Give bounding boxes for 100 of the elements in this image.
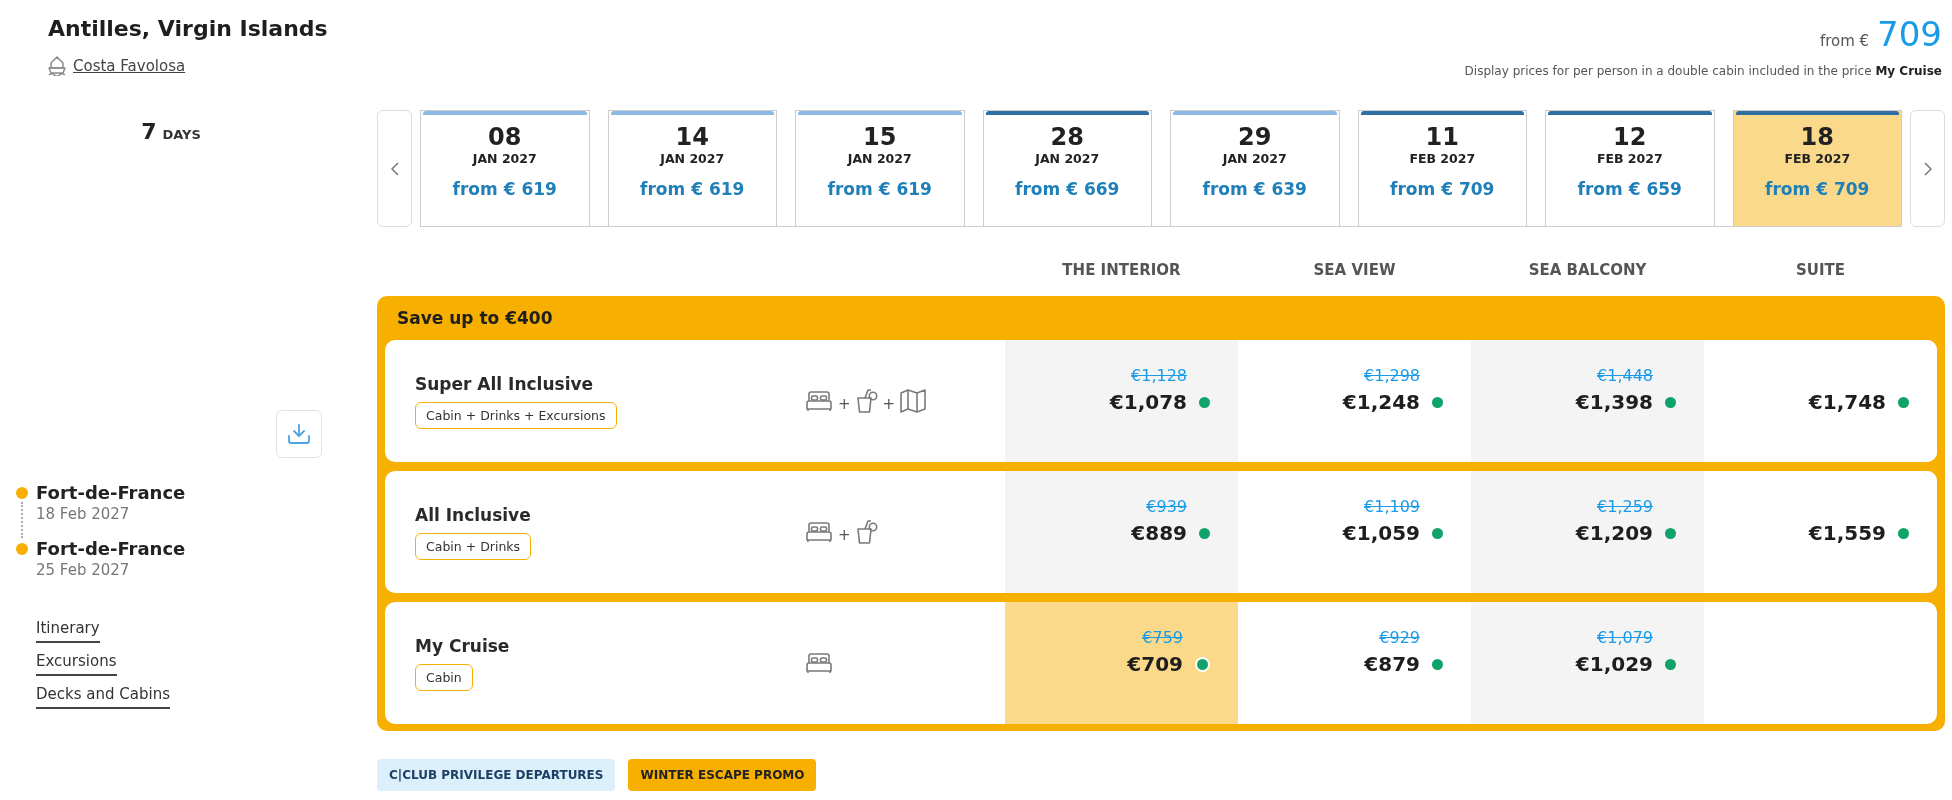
old-price: €929: [1379, 627, 1420, 649]
from-price: 709: [1877, 14, 1942, 54]
fare-includes-tag: Cabin + Drinks + Excursions: [415, 401, 617, 429]
current-price: €1,398: [1575, 389, 1653, 415]
date-price: from € 619: [640, 179, 745, 199]
current-price: €879: [1364, 651, 1420, 677]
download-button[interactable]: [276, 410, 322, 458]
duration-unit: DAYS: [162, 127, 201, 142]
price-note: Display prices for per person in a double cabin included in the price My Cruise: [1464, 64, 1942, 78]
cabin-column-header: SUITE: [1794, 260, 1846, 281]
date-day: 28: [1050, 123, 1084, 151]
date-price: from € 659: [1577, 179, 1682, 199]
date-month: FEB 2027: [1409, 151, 1476, 167]
promo-tag: WINTER ESCAPE PROMO: [628, 759, 817, 791]
old-price: €1,128: [1131, 365, 1187, 387]
plus-sign: +: [838, 395, 851, 413]
ship-link[interactable]: Costa Favolosa: [73, 57, 186, 75]
old-price: €1,079: [1597, 627, 1653, 649]
date-day: 29: [1238, 123, 1272, 151]
map-icon: [900, 389, 927, 413]
date-price: from € 639: [1202, 179, 1307, 199]
date-card[interactable]: 28 JAN 2027 from € 669: [982, 110, 1152, 226]
old-price: €1,298: [1364, 365, 1420, 387]
date-month: JAN 2027: [660, 151, 725, 167]
old-price: €1,448: [1597, 365, 1653, 387]
date-price: from € 709: [1390, 179, 1495, 199]
port-date: 18 Feb 2027: [36, 504, 130, 524]
plus-sign: +: [838, 526, 851, 544]
section-link[interactable]: Itinerary: [36, 618, 100, 643]
current-price: €889: [1131, 520, 1187, 546]
port-date: 25 Feb 2027: [36, 560, 130, 580]
next-dates-button[interactable]: [1910, 110, 1945, 227]
ship-icon: [48, 56, 66, 76]
bed-icon: [805, 390, 833, 412]
date-card[interactable]: 12 FEB 2027 from € 659: [1545, 110, 1715, 226]
current-price: €1,748: [1808, 389, 1886, 415]
date-card[interactable]: 08 JAN 2027 from € 619: [420, 110, 590, 226]
plus-sign: +: [882, 395, 896, 413]
promo-title: Save up to €400: [396, 307, 554, 330]
date-month: JAN 2027: [847, 151, 912, 167]
duration-number: 7: [141, 118, 157, 146]
current-price: €1,209: [1575, 520, 1653, 546]
port-dot-icon: [16, 543, 28, 555]
current-price: €1,078: [1109, 389, 1187, 415]
port-name: Fort-de-France: [36, 482, 186, 504]
fare-name: Super All Inclusive: [415, 373, 594, 394]
date-day: 18: [1800, 123, 1834, 151]
date-month: JAN 2027: [1222, 151, 1287, 167]
chevron-left-icon: [390, 161, 399, 176]
date-month: FEB 2027: [1596, 151, 1663, 167]
drink-icon: [855, 520, 878, 544]
old-price: €939: [1146, 496, 1187, 518]
old-price: €1,259: [1597, 496, 1653, 518]
date-card[interactable]: 14 JAN 2027 from € 619: [607, 110, 777, 226]
fare-includes-tag: Cabin: [415, 663, 473, 691]
date-day: 14: [675, 123, 709, 151]
date-day: 12: [1613, 123, 1647, 151]
port-name: Fort-de-France: [36, 538, 186, 560]
from-label: from €: [1819, 32, 1870, 50]
date-day: 08: [488, 123, 522, 151]
price-cell[interactable]: €1,079 €1,029: [1471, 602, 1704, 724]
port-dot-icon: [16, 487, 28, 499]
current-price: €1,248: [1342, 389, 1420, 415]
price-cell[interactable]: €1,259 €1,209: [1471, 471, 1704, 593]
fare-name: My Cruise: [415, 635, 510, 656]
date-month: FEB 2027: [1784, 151, 1851, 167]
current-price: €1,559: [1808, 520, 1886, 546]
bed-icon: [805, 652, 833, 674]
promo-tag: C|CLUB PRIVILEGE DEPARTURES: [377, 759, 616, 791]
section-link[interactable]: Excursions: [36, 651, 117, 676]
download-icon: [288, 424, 310, 444]
cruise-title: Antilles, Virgin Islands: [48, 15, 328, 43]
price-cell[interactable]: €1,128 €1,078: [1005, 340, 1238, 462]
date-price: from € 709: [1765, 179, 1870, 199]
previous-dates-button[interactable]: [377, 110, 412, 227]
cabin-column-header: SEA BALCONY: [1527, 260, 1648, 281]
current-price: €709: [1127, 651, 1183, 677]
bed-icon: [805, 521, 833, 543]
cabin-column-header: SEA VIEW: [1312, 260, 1397, 281]
date-day: 15: [863, 123, 897, 151]
current-price: €1,029: [1575, 651, 1653, 677]
price-cell[interactable]: €939 €889: [1005, 471, 1238, 593]
date-card[interactable]: 29 JAN 2027 from € 639: [1170, 110, 1340, 226]
drink-icon: [855, 389, 878, 413]
current-price: €1,059: [1342, 520, 1420, 546]
date-card[interactable]: 11 FEB 2027 from € 709: [1357, 110, 1527, 226]
price-cell[interactable]: €759 €709: [1005, 602, 1238, 724]
section-link[interactable]: Decks and Cabins: [36, 684, 170, 709]
old-price: €759: [1142, 627, 1183, 649]
date-card[interactable]: 15 JAN 2027 from € 619: [795, 110, 965, 226]
date-card[interactable]: 18 FEB 2027 from € 709: [1732, 110, 1902, 226]
date-month: JAN 2027: [472, 151, 537, 167]
date-month: JAN 2027: [1035, 151, 1100, 167]
cabin-column-header: THE INTERIOR: [1061, 260, 1182, 281]
date-price: from € 669: [1015, 179, 1120, 199]
date-price: from € 619: [827, 179, 932, 199]
date-price: from € 619: [452, 179, 557, 199]
price-cell[interactable]: €1,448 €1,398: [1471, 340, 1704, 462]
chevron-right-icon: [1923, 161, 1932, 176]
old-price: €1,109: [1364, 496, 1420, 518]
